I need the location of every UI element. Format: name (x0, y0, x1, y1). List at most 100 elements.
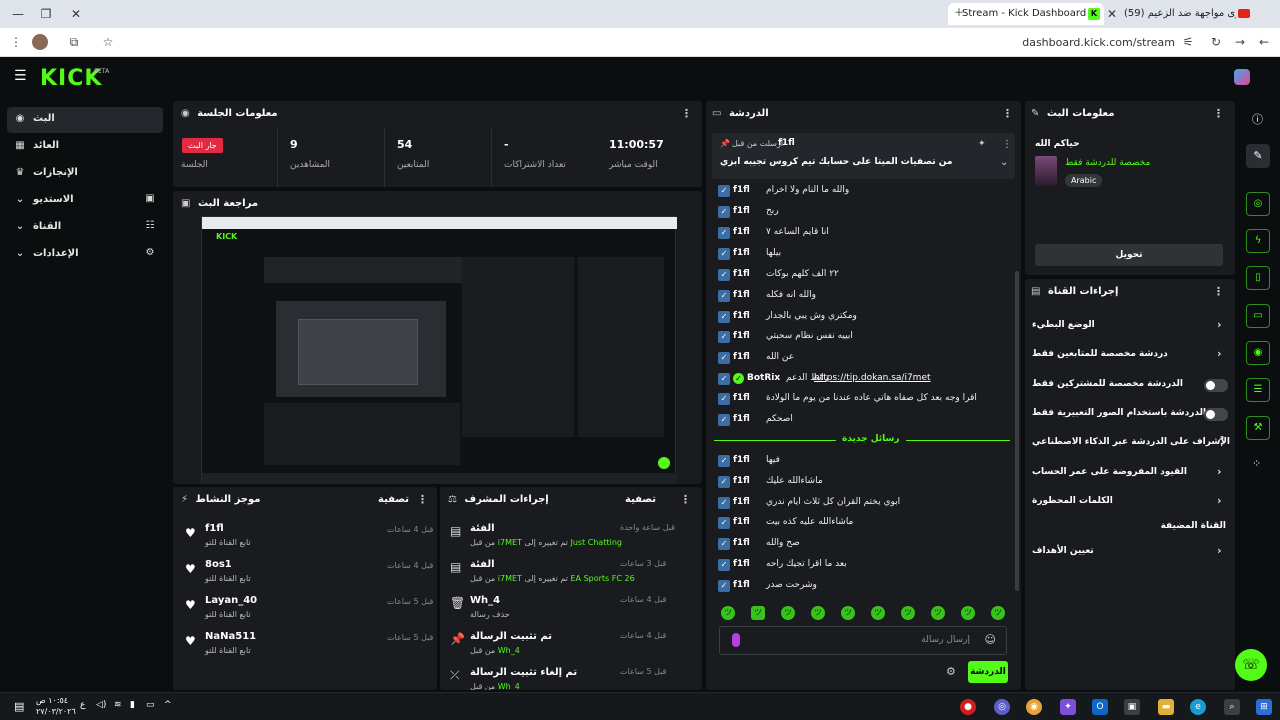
app-explorer-icon[interactable]: ▬ (1158, 699, 1174, 715)
verified-badge-icon: ✓ (718, 206, 730, 218)
document-icon[interactable]: ▯ (1246, 266, 1270, 290)
subscribers-only-toggle[interactable] (1204, 379, 1228, 392)
wifi-icon[interactable]: ≋ (114, 700, 122, 710)
chat-settings-icon[interactable]: ⚙ (946, 665, 956, 678)
hamburger-menu-icon[interactable]: ☰ (14, 69, 28, 83)
stream-preview-video[interactable]: KICK (201, 216, 677, 484)
url-text[interactable]: dashboard.kick.com/stream (1022, 36, 1175, 49)
restore-icon[interactable]: ❐ (38, 6, 54, 22)
support-chat-icon[interactable]: ☏ (1235, 649, 1267, 681)
app-discord-icon[interactable]: ◎ (994, 699, 1010, 715)
emote-icon[interactable]: ツ (781, 606, 795, 620)
nav-item-stream[interactable]: ◉ البث (7, 107, 163, 133)
mod-menu-icon[interactable]: ⋮ (680, 493, 691, 506)
mod-row: ▤ قبل 3 ساعات الفئة من قبل i7MET تم تغيي… (450, 559, 667, 583)
pin-action-icon[interactable]: ✦ (978, 139, 986, 149)
notifications-icon[interactable]: ▤ (14, 700, 24, 713)
camera-icon[interactable]: ◎ (1246, 192, 1270, 216)
mic-icon[interactable]: ▮ (130, 700, 135, 710)
info-icon[interactable]: ⓘ (1252, 111, 1263, 127)
layout-icon[interactable]: ☰ (1246, 378, 1270, 402)
emote-icon[interactable]: ツ (751, 606, 765, 620)
minimize-icon[interactable]: — (10, 6, 26, 22)
extensions-icon[interactable]: ⧉ (66, 34, 82, 50)
chat-input[interactable]: إرسال رسالة ☺ (719, 626, 1007, 655)
nav-item-channel[interactable]: ⌄ القناة ☷ (7, 215, 163, 241)
chat-bubble-icon[interactable]: ▭ (1246, 304, 1270, 328)
nav-item-studio[interactable]: ⌄ الاستديو ▣ (7, 188, 163, 214)
emotes-only-toggle[interactable] (1204, 408, 1228, 421)
activity-menu-icon[interactable]: ⋮ (417, 493, 428, 506)
reload-icon[interactable]: ↻ (1208, 34, 1224, 50)
emote-icon[interactable]: ツ (811, 606, 825, 620)
emoji-picker-icon[interactable]: ☺ (985, 633, 996, 646)
heart-icon: ♥ (185, 526, 196, 540)
close-tab-icon[interactable]: ✕ (1104, 6, 1120, 22)
channel-actions-menu-icon[interactable]: ⋮ (1213, 285, 1224, 298)
language-indicator[interactable]: ع (80, 700, 85, 710)
trash-icon: 🗑 (450, 596, 466, 610)
emote-icon[interactable]: ツ (901, 606, 915, 620)
user-avatar[interactable] (1234, 69, 1250, 85)
mod-filter-button[interactable]: تصفية (625, 494, 656, 505)
app-search-icon[interactable]: ⌕ (1224, 699, 1240, 715)
chat-send-button[interactable]: الدردشة (968, 661, 1008, 683)
chat-scrollbar[interactable] (1015, 271, 1019, 591)
tune-icon[interactable]: ⚟ (1180, 34, 1196, 50)
app-copilot-icon[interactable]: ✦ (1060, 699, 1076, 715)
clock[interactable]: ١٠:٥٤ ص ٢٧/٠٣/٢٠٢٦ (36, 695, 76, 717)
app-edge-icon[interactable]: e (1190, 699, 1206, 715)
emote-icon[interactable]: ツ (931, 606, 945, 620)
battery-icon[interactable]: ▭ (146, 700, 155, 710)
slow-mode-row[interactable]: الوضع البطيء › (1030, 315, 1228, 337)
support-link[interactable]: https://tip.dokan.sa/i7met (814, 373, 931, 383)
app-outlook-icon[interactable]: O (1092, 699, 1108, 715)
nav-item-settings[interactable]: ⌄ الإعدادات ⚙ (7, 242, 163, 268)
volume-icon[interactable]: ◁) (96, 700, 106, 710)
broadcast-icon[interactable]: ◉ (1246, 341, 1270, 365)
subscribers-only-row: الدردشة مخصصة للمشتركين فقط (1032, 379, 1183, 389)
tab-youtube[interactable]: (59) أقوى مواجهة ضد الزعيم! (1124, 3, 1236, 25)
microphone-icon[interactable] (732, 633, 740, 647)
followers-only-row[interactable]: دردشة مخصصة للمتابعين فقط › (1030, 344, 1228, 366)
pinned-menu-icon[interactable]: ⋮ (1002, 139, 1012, 150)
activity-filter-button[interactable]: تصفية (378, 494, 409, 505)
preview-title: ▣ مراجعة البث (181, 198, 259, 209)
session-menu-icon[interactable]: ⋮ (681, 107, 692, 120)
stream-info-menu-icon[interactable]: ⋮ (1213, 107, 1224, 120)
profile-avatar[interactable] (32, 34, 48, 50)
wrench-icon[interactable]: ⚒ (1246, 416, 1270, 440)
edit-icon[interactable]: ✎ (1246, 144, 1270, 168)
windows-start-icon[interactable]: ⊞ (1256, 699, 1272, 715)
emote-icon[interactable]: ツ (871, 606, 885, 620)
host-channel-row[interactable]: القناة المضيفة (1030, 516, 1228, 538)
back-icon[interactable]: ← (1256, 34, 1272, 50)
account-age-row[interactable]: القيود المفروضة على عمر الحساب › (1030, 462, 1228, 484)
chat-menu-icon[interactable]: ⋮ (1002, 107, 1013, 120)
nav-item-achievements[interactable]: ♛ الإنجازات (7, 161, 163, 187)
ai-moderation-row[interactable]: الإشراف على الدردشة عبر الذكاء الاصطناعي… (1030, 432, 1230, 454)
app-chrome-icon[interactable]: ◉ (1026, 699, 1042, 715)
trophy-icon: ♛ (15, 167, 25, 178)
emote-icon[interactable]: ツ (841, 606, 855, 620)
bookmark-star-icon[interactable]: ☆ (100, 34, 116, 50)
edit-stream-button[interactable]: تحويل (1035, 244, 1223, 266)
emote-icon[interactable]: ツ (961, 606, 975, 620)
app-obs-icon[interactable]: ● (960, 699, 976, 715)
chevron-down-icon[interactable]: ⌄ (1000, 157, 1008, 168)
menu-dots-icon[interactable]: ⋮ (8, 34, 24, 50)
tab-kick-dashboard[interactable]: ＋ Stream - Kick Dashboard K (948, 3, 1104, 25)
tray-arrow-icon[interactable]: ^ (164, 700, 172, 710)
apps-icon[interactable]: ⁘ (1252, 457, 1261, 470)
emote-icon[interactable]: ツ (721, 606, 735, 620)
lightning-icon[interactable]: ϟ (1246, 229, 1270, 253)
pinned-message[interactable]: 📌 أرسلت من قبل f1fl من تصفيات الميتا على… (712, 133, 1015, 179)
emote-icon[interactable]: ツ (991, 606, 1005, 620)
app-store-icon[interactable]: ▣ (1124, 699, 1140, 715)
forward-icon[interactable]: → (1232, 34, 1248, 50)
banned-words-row[interactable]: الكلمات المحظورة › (1030, 491, 1228, 513)
close-window-icon[interactable]: ✕ (68, 6, 84, 22)
category-text[interactable]: مخصصة للدردشة فقط (1065, 158, 1150, 168)
set-goals-row[interactable]: تعيين الأهداف › (1030, 541, 1228, 563)
nav-item-revenue[interactable]: ▦ العائد (7, 134, 163, 160)
